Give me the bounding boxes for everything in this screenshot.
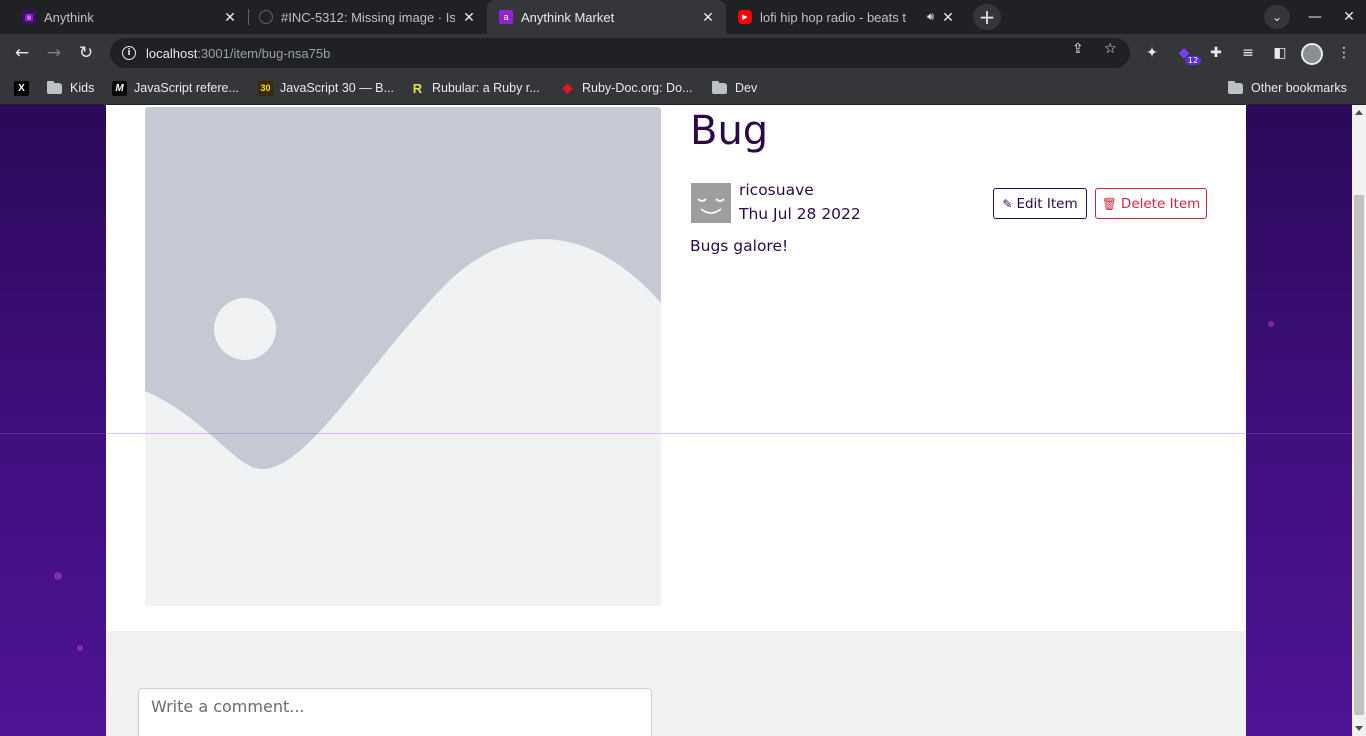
puzzle-extensions-icon[interactable]: ✚ [1205, 42, 1227, 64]
background-panel-right [1246, 105, 1352, 736]
site-info-icon[interactable]: i [122, 46, 136, 60]
tab-title: #INC-5312: Missing image · Issu [281, 9, 455, 25]
seller-name-link[interactable]: ricosuave [739, 181, 814, 199]
bookmark-javascript30[interactable]: 30 JavaScript 30 — B... [258, 78, 394, 98]
background-panel-left [0, 105, 106, 736]
item-card: Bug ricosuave Thu Jul 28 2022 ✎ Edit Ite… [106, 105, 1246, 631]
comment-input[interactable] [138, 688, 652, 736]
youtube-icon: ▶ [738, 10, 752, 24]
reading-list-icon[interactable]: ≡ [1237, 42, 1259, 64]
trash-icon: 🗑︎ [1101, 196, 1117, 211]
folder-icon [1228, 80, 1243, 94]
folder-icon [47, 80, 62, 94]
bookmark-x[interactable]: X [14, 78, 36, 98]
item-description: Bugs galore! [690, 237, 789, 255]
folder-icon [712, 80, 727, 94]
delete-item-button[interactable]: 🗑︎ Delete Item [1095, 188, 1207, 219]
x-icon: X [14, 80, 29, 96]
bookmarks-bar: X Kids M JavaScript refere... 30 JavaScr… [0, 72, 1366, 105]
background-glow [77, 645, 83, 651]
item-date: Thu Jul 28 2022 [739, 205, 861, 223]
bookmark-label: Dev [735, 81, 758, 95]
minimize-icon[interactable]: — [1298, 0, 1332, 34]
new-tab-button[interactable]: + [973, 4, 1001, 30]
image-placeholder-icon [145, 107, 661, 606]
edit-item-button[interactable]: ✎ Edit Item [993, 188, 1087, 219]
page-scrollbar[interactable] [1352, 105, 1366, 736]
scroll-thumb[interactable] [1354, 195, 1364, 715]
rubular-icon: R [412, 80, 423, 96]
comments-section [106, 631, 1246, 736]
bookmark-kids[interactable]: Kids [47, 78, 94, 98]
item-image-placeholder [145, 107, 661, 606]
tab-github-issue[interactable]: #INC-5312: Missing image · Issu ✕ [249, 0, 487, 34]
forward-arrow-icon[interactable]: → [40, 39, 68, 67]
side-panel-icon[interactable]: ◧ [1269, 42, 1291, 64]
address-bar[interactable]: i localhost:3001/item/bug-nsa75b [110, 38, 1130, 68]
github-icon [259, 10, 273, 24]
bookmark-dev[interactable]: Dev [712, 78, 757, 98]
seller-avatar[interactable] [691, 183, 731, 223]
more-menu-icon[interactable]: ⋮ [1333, 42, 1355, 64]
bookmark-star-icon[interactable]: ☆ [1104, 41, 1117, 57]
tab-title: lofi hip hop radio - beats t [760, 9, 906, 25]
pencil-icon: ✎ [1002, 196, 1013, 211]
mdn-icon: M [112, 80, 127, 96]
bookmark-javascript-reference[interactable]: M JavaScript refere... [112, 78, 239, 98]
bookmark-label: Rubular: a Ruby r... [432, 81, 540, 95]
close-tab-icon[interactable]: ✕ [940, 9, 956, 25]
delete-item-label: Delete Item [1120, 195, 1201, 212]
extension-badge: 12 [1185, 56, 1202, 65]
bookmark-label: JavaScript refere... [134, 81, 239, 95]
smiley-avatar-icon [697, 198, 725, 214]
tab-title: Anythink [44, 9, 94, 25]
item-title: Bug [690, 108, 769, 154]
extension-gnome-icon[interactable]: ✦ [1141, 42, 1163, 64]
share-icon[interactable]: ⇪ [1072, 41, 1084, 57]
background-glow [1268, 321, 1274, 327]
browser-toolbar: ← → ↻ i localhost:3001/item/bug-nsa75b ⇪… [0, 34, 1366, 72]
edit-item-label: Edit Item [1016, 195, 1078, 212]
tab-youtube[interactable]: ▶ lofi hip hop radio - beats t 🔊︎ ✕ [726, 0, 966, 34]
other-bookmarks[interactable]: Other bookmarks [1228, 78, 1347, 98]
anythink-logo-icon: a [499, 10, 513, 24]
js30-icon: 30 [258, 80, 273, 96]
background-glow [54, 572, 62, 580]
speaker-icon[interactable]: 🔊︎ [927, 11, 934, 24]
page-viewport: Bug ricosuave Thu Jul 28 2022 ✎ Edit Ite… [0, 105, 1352, 736]
bookmark-ruby-doc[interactable]: ◆ Ruby-Doc.org: Do... [560, 78, 693, 98]
close-window-icon[interactable]: ✕ [1332, 0, 1366, 34]
ruby-icon: ◆ [562, 80, 573, 95]
close-tab-icon[interactable]: ✕ [700, 9, 716, 25]
url-host: localhost [146, 45, 198, 61]
scroll-down-icon[interactable] [1355, 726, 1363, 731]
reload-icon[interactable]: ↻ [72, 39, 100, 67]
anythink-logo-icon: ▣ [22, 10, 36, 24]
tab-title: Anythink Market [521, 9, 615, 25]
url-path: :3001/item/bug-nsa75b [197, 45, 331, 61]
tab-search-icon[interactable]: ⌄ [1264, 5, 1290, 29]
close-tab-icon[interactable]: ✕ [222, 9, 238, 25]
tab-anythink[interactable]: ▣ Anythink ✕ [0, 0, 248, 34]
close-tab-icon[interactable]: ✕ [461, 9, 477, 25]
bookmark-label: JavaScript 30 — B... [280, 81, 394, 95]
scroll-up-icon[interactable] [1355, 110, 1363, 115]
bookmark-label: Kids [70, 81, 95, 95]
profile-avatar[interactable] [1301, 43, 1323, 65]
tab-anythink-market[interactable]: a Anythink Market ✕ [487, 0, 726, 34]
back-arrow-icon[interactable]: ← [8, 39, 36, 67]
bookmark-rubular[interactable]: R Rubular: a Ruby r... [410, 78, 540, 98]
bookmark-label: Other bookmarks [1251, 81, 1347, 95]
tab-strip: ▣ Anythink ✕ #INC-5312: Missing image · … [0, 0, 1366, 34]
bookmark-label: Ruby-Doc.org: Do... [582, 81, 693, 95]
